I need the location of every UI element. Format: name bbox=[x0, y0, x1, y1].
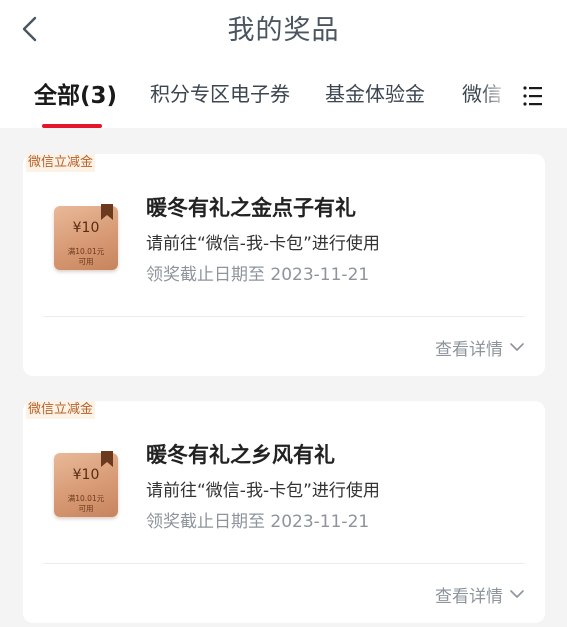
chevron-down-icon bbox=[510, 343, 524, 351]
prize-type-tag: 微信立减金 bbox=[26, 154, 96, 172]
prize-description: 请前往“微信-我-卡包”进行使用 bbox=[146, 481, 380, 501]
view-details-label: 查看详情 bbox=[435, 586, 503, 607]
coupon-condition-line2: 可用 bbox=[78, 504, 94, 513]
tab-menu-button[interactable] bbox=[512, 80, 552, 112]
bookmark-icon bbox=[101, 204, 113, 220]
prize-deadline: 领奖截止日期至 2023-11-21 bbox=[146, 265, 370, 285]
view-details-button[interactable]: 查看详情 bbox=[435, 335, 525, 360]
coupon-condition-line1: 满10.01元 bbox=[67, 247, 105, 256]
prize-description: 请前往“微信-我-卡包”进行使用 bbox=[146, 234, 380, 254]
prize-deadline: 领奖截止日期至 2023-11-21 bbox=[146, 512, 370, 532]
bookmark-icon bbox=[101, 451, 113, 467]
tab-fund-trial[interactable]: 基金体验金 bbox=[325, 78, 425, 107]
coupon-condition-line2: 可用 bbox=[78, 257, 94, 266]
prize-card: 微信立减金 ¥10 满10.01元 可用 暖冬有礼之金点子有礼 请前往“微信-我… bbox=[23, 154, 545, 376]
prize-card: 微信立减金 ¥10 满10.01元 可用 暖冬有礼之乡风有礼 请前往“微信-我-… bbox=[23, 401, 545, 623]
divider bbox=[43, 563, 525, 564]
coupon-image: ¥10 满10.01元 可用 bbox=[54, 204, 118, 270]
tab-points-coupons[interactable]: 积分专区电子券 bbox=[150, 78, 290, 107]
view-details-button[interactable]: 查看详情 bbox=[435, 582, 525, 607]
coupon-amount: ¥10 bbox=[72, 467, 100, 483]
tab-all[interactable]: 全部(3) bbox=[34, 76, 117, 110]
active-tab-indicator bbox=[42, 124, 102, 128]
list-menu-icon bbox=[523, 86, 542, 106]
tab-scroll-fade bbox=[480, 78, 512, 114]
page-title: 我的奖品 bbox=[227, 15, 340, 46]
view-details-label: 查看详情 bbox=[435, 339, 503, 360]
coupon-amount: ¥10 bbox=[72, 220, 100, 236]
coupon-condition: 满10.01元 可用 bbox=[54, 494, 118, 514]
prize-type-tag: 微信立减金 bbox=[26, 401, 96, 419]
divider bbox=[43, 316, 525, 317]
prize-title: 暖冬有礼之金点子有礼 bbox=[146, 196, 356, 220]
coupon-image: ¥10 满10.01元 可用 bbox=[54, 451, 118, 517]
coupon-condition: 满10.01元 可用 bbox=[54, 247, 118, 267]
chevron-down-icon bbox=[510, 590, 524, 598]
coupon-condition-line1: 满10.01元 bbox=[67, 494, 105, 503]
prize-title: 暖冬有礼之乡风有礼 bbox=[146, 443, 335, 467]
